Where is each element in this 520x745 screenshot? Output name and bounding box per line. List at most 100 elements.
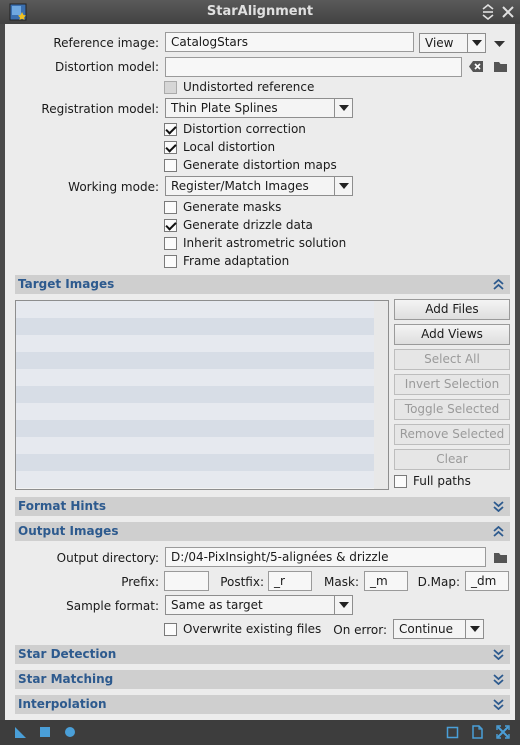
apply-global-icon[interactable] — [39, 726, 51, 738]
browse-documentation-icon[interactable] — [446, 726, 459, 739]
output-directory-label: Output directory: — [56, 551, 159, 565]
sample-format-label: Sample format: — [66, 599, 159, 613]
list-row — [16, 352, 388, 369]
undistorted-reference-label: Undistorted reference — [183, 80, 315, 94]
list-row — [16, 301, 388, 318]
checkbox-box — [164, 255, 177, 268]
add-files-button[interactable]: Add Files — [394, 299, 510, 320]
full-paths-label: Full paths — [413, 474, 471, 488]
document-icon[interactable] — [471, 725, 484, 739]
prefix-label: Prefix: — [121, 575, 159, 589]
output-images-section[interactable]: Output Images — [15, 522, 510, 541]
section-title: Output Images — [18, 524, 119, 538]
list-row — [16, 369, 388, 386]
expand-icon[interactable] — [493, 649, 504, 660]
postfix-label: Postfix: — [220, 575, 264, 589]
inherit-astrometric-label: Inherit astrometric solution — [183, 236, 347, 250]
sample-format-select[interactable]: Same as target — [165, 595, 353, 615]
checkbox-box — [164, 201, 177, 214]
expand-icon[interactable] — [493, 501, 504, 512]
overwrite-files-label: Overwrite existing files — [183, 622, 322, 636]
list-row — [16, 335, 388, 352]
working-mode-label: Working mode: — [68, 180, 159, 194]
reference-view-value: View — [425, 36, 454, 50]
checkbox-box — [394, 475, 407, 488]
mask-label: Mask: — [324, 575, 359, 589]
collapse-icon[interactable] — [493, 279, 504, 290]
bottom-toolbar — [0, 720, 520, 745]
list-row — [16, 471, 388, 488]
mask-field[interactable]: _m — [364, 571, 408, 591]
reset-icon[interactable] — [496, 725, 510, 739]
reference-image-field[interactable]: CatalogStars — [165, 32, 414, 52]
close-icon[interactable] — [500, 4, 516, 20]
window-title: StarAlignment — [206, 4, 314, 19]
invert-selection-button[interactable]: Invert Selection — [394, 374, 510, 395]
folder-icon[interactable] — [493, 551, 508, 564]
list-row — [16, 403, 388, 420]
interpolation-section[interactable]: Interpolation — [15, 695, 510, 714]
section-title: Interpolation — [18, 697, 107, 711]
registration-model-value: Thin Plate Splines — [171, 101, 278, 115]
add-views-button[interactable]: Add Views — [394, 324, 510, 345]
postfix-field[interactable]: _r — [268, 571, 312, 591]
output-directory-field[interactable]: D:/04-PixInsight/5-alignées & drizzle — [165, 547, 486, 567]
remove-selected-button[interactable]: Remove Selected — [394, 424, 510, 445]
format-hints-section[interactable]: Format Hints — [15, 497, 510, 516]
chevron-down-icon — [334, 596, 352, 614]
distortion-correction-label: Distortion correction — [183, 122, 306, 136]
section-title: Target Images — [18, 277, 115, 291]
list-row — [16, 318, 388, 335]
star-detection-section[interactable]: Star Detection — [15, 645, 510, 664]
checkbox-box — [164, 159, 177, 172]
checkbox-box — [164, 81, 177, 94]
apply-icon[interactable] — [64, 726, 76, 738]
expand-icon[interactable] — [493, 674, 504, 685]
registration-model-select[interactable]: Thin Plate Splines — [165, 98, 353, 118]
reference-view-select[interactable]: View — [419, 33, 486, 53]
checkbox-box — [164, 219, 177, 232]
dmap-field[interactable]: _dm — [465, 571, 509, 591]
on-error-select[interactable]: Continue — [393, 619, 484, 639]
on-error-label: On error: — [333, 623, 387, 637]
reference-image-label: Reference image: — [53, 36, 159, 50]
working-mode-value: Register/Match Images — [171, 179, 309, 193]
target-images-section[interactable]: Target Images — [15, 275, 510, 294]
frame-adaptation-label: Frame adaptation — [183, 254, 290, 268]
chevron-down-icon — [334, 177, 352, 195]
checkbox-box — [164, 141, 177, 154]
distortion-model-field[interactable] — [165, 57, 462, 77]
clear-icon[interactable] — [469, 60, 484, 73]
distortion-model-label: Distortion model: — [54, 60, 159, 74]
section-title: Format Hints — [18, 499, 106, 513]
collapse-icon[interactable] — [493, 526, 504, 537]
select-all-button[interactable]: Select All — [394, 349, 510, 370]
registration-model-label: Registration model: — [41, 102, 159, 116]
generate-masks-label: Generate masks — [183, 200, 282, 214]
generate-drizzle-label: Generate drizzle data — [183, 218, 313, 232]
generate-distortion-maps-label: Generate distortion maps — [183, 158, 337, 172]
section-title: Star Matching — [18, 672, 114, 686]
expand-icon[interactable] — [493, 699, 504, 710]
folder-icon[interactable] — [493, 60, 508, 73]
checkbox-box — [164, 237, 177, 250]
prefix-field[interactable] — [164, 571, 209, 591]
toggle-selected-button[interactable]: Toggle Selected — [394, 399, 510, 420]
menu-arrow-icon[interactable] — [493, 38, 506, 48]
list-scrollbar[interactable] — [374, 301, 388, 489]
list-row — [16, 454, 388, 471]
working-mode-select[interactable]: Register/Match Images — [165, 176, 353, 196]
checkbox-box — [164, 123, 177, 136]
new-instance-icon[interactable] — [14, 726, 27, 739]
clear-button[interactable]: Clear — [394, 449, 510, 470]
chevron-down-icon — [334, 99, 352, 117]
chevron-down-icon — [467, 34, 485, 52]
dmap-label: D.Map: — [417, 575, 460, 589]
target-images-list[interactable] — [15, 300, 389, 490]
section-title: Star Detection — [18, 647, 117, 661]
list-row — [16, 437, 388, 454]
shade-icon[interactable] — [480, 3, 496, 21]
star-matching-section[interactable]: Star Matching — [15, 670, 510, 689]
checkbox-box — [164, 623, 177, 636]
title-bar: StarAlignment — [0, 0, 520, 24]
